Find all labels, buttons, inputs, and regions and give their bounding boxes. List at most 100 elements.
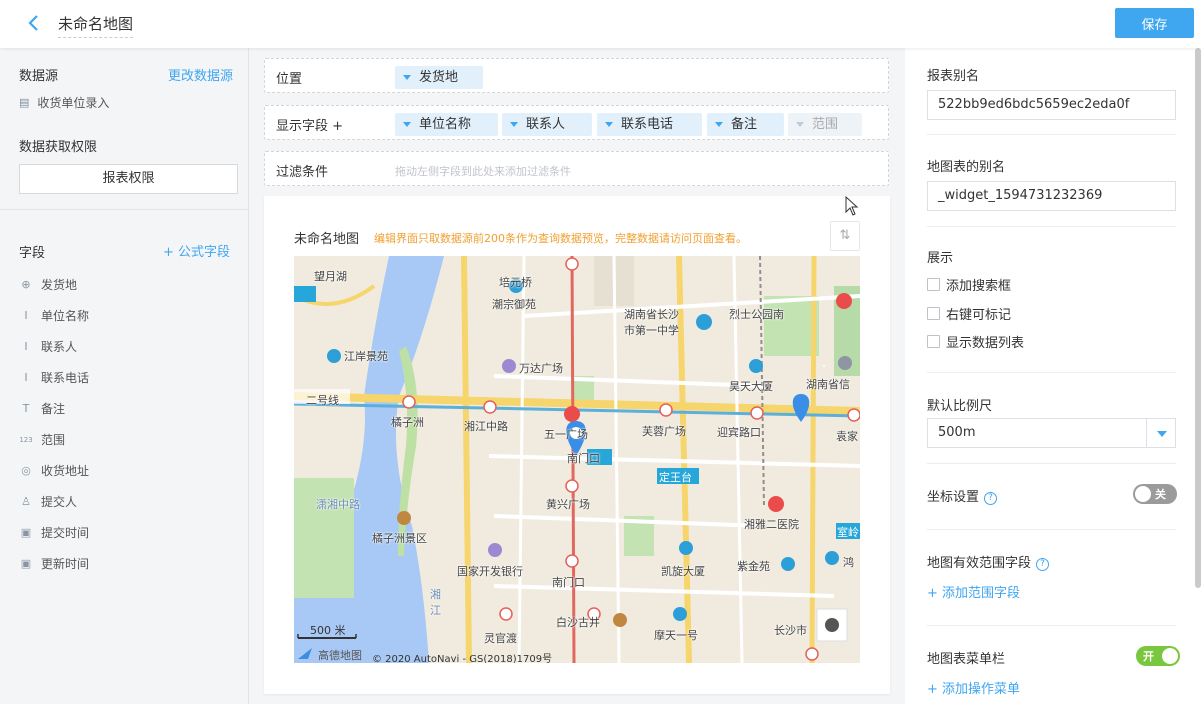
display-chip-5[interactable]: 范围 <box>788 113 862 136</box>
field-list: ⊕ 发货地 I 单位名称 I 联系人 I 联系电话 T 备注 123 范围 ◎ 收货地址 ♙ 提交人 ▣ 提交时间… <box>19 269 239 579</box>
datasource-item[interactable]: ▤ 收货单位录入 <box>19 94 109 111</box>
back-arrow-icon[interactable] <box>24 13 44 33</box>
map-canvas[interactable]: 望月湖 培元桥 潮宗御苑 湖南省长沙 市第一中学 烈士公园南 江岸景苑 万达广场 昊天大厦 湖南省… <box>294 256 860 663</box>
map-label: 紫金苑 <box>737 560 770 573</box>
map-label: 凯旋大厦 <box>661 565 705 578</box>
display-chip-3[interactable]: 联系电话 <box>597 113 702 136</box>
report-permission-button[interactable]: 报表权限 <box>19 164 238 194</box>
map-label: 烈士公园南 <box>729 308 784 321</box>
help-icon[interactable]: ? <box>1036 558 1050 571</box>
map-label: 南门口 <box>552 576 585 589</box>
field-item[interactable]: 123 范围 <box>19 424 239 455</box>
right-panel: 报表别名 522bb9ed6bdc5659ec2eda0f 地图表的别名 _wi… <box>905 48 1201 704</box>
filter-label: 过滤条件 <box>276 165 329 180</box>
option-right-click-mark[interactable]: 右键可标记 <box>927 304 1011 323</box>
permission-title: 数据获取权限 <box>19 140 98 155</box>
field-label: 提交时间 <box>41 526 90 540</box>
checkbox[interactable] <box>927 307 940 320</box>
field-item[interactable]: I 联系人 <box>19 331 239 362</box>
map-label: 湖南省长沙 <box>624 308 679 321</box>
menu-bar-toggle[interactable]: 开 <box>1136 646 1180 666</box>
map-label: 望月湖 <box>314 270 347 283</box>
map-title: 未命名地图 <box>294 232 360 247</box>
checkbox[interactable] <box>927 278 940 291</box>
map-label: 湘 <box>430 588 441 601</box>
add-formula-field-link[interactable]: + 公式字段 <box>163 241 230 260</box>
option-search-box[interactable]: 添加搜索框 <box>927 275 1011 294</box>
field-label: 备注 <box>41 402 66 416</box>
option-label: 添加搜索框 <box>946 279 1012 294</box>
report-alias-input[interactable]: 522bb9ed6bdc5659ec2eda0f <box>927 90 1176 120</box>
field-item[interactable]: T 备注 <box>19 393 239 424</box>
divider <box>927 372 1176 373</box>
filter-slot[interactable]: 过滤条件 拖动左侧字段到此处来添加过滤条件 <box>264 151 889 186</box>
coord-settings-toggle[interactable]: 关 <box>1133 484 1177 504</box>
map-label: 湘江中路 <box>464 420 508 433</box>
field-label: 更新时间 <box>41 557 90 571</box>
position-chip[interactable]: 发货地 <box>395 66 483 89</box>
sort-icon[interactable]: ⇅ <box>830 221 860 251</box>
display-chip-1[interactable]: 单位名称 <box>395 113 498 136</box>
field-item[interactable]: I 联系电话 <box>19 362 239 393</box>
divider <box>927 625 1176 626</box>
map-label: 迎宾路口 <box>717 426 761 439</box>
toggle-knob <box>1135 486 1151 502</box>
map-label: 湖南省信 <box>806 378 850 391</box>
chevron-down-icon[interactable] <box>1146 419 1175 447</box>
option-label: 右键可标记 <box>946 308 1012 323</box>
add-operation-menu-link[interactable]: + 添加操作菜单 <box>927 678 1020 697</box>
option-data-list[interactable]: 显示数据列表 <box>927 332 1024 351</box>
number-icon: 123 <box>19 435 33 444</box>
add-range-field-link[interactable]: + 添加范围字段 <box>927 582 1020 601</box>
map-label: 室岭 <box>837 526 859 539</box>
map-label: 橘子洲 <box>391 416 424 429</box>
save-button[interactable]: 保存 <box>1115 8 1194 38</box>
map-label: 五一广场 <box>544 428 588 441</box>
map-label: 南门口 <box>567 452 600 465</box>
display-fields-label: 显示字段 + <box>276 119 344 134</box>
field-item[interactable]: I 单位名称 <box>19 300 239 331</box>
field-item[interactable]: ⊕ 发货地 <box>19 269 239 300</box>
field-label: 发货地 <box>41 278 78 292</box>
help-icon[interactable]: ? <box>984 492 998 505</box>
field-label: 收货地址 <box>41 464 90 478</box>
position-label: 位置 <box>276 72 303 87</box>
page-title[interactable]: 未命名地图 <box>58 13 134 38</box>
widget-alias-input[interactable]: _widget_1594731232369 <box>927 181 1176 211</box>
field-label: 范围 <box>41 433 66 447</box>
display-fields-slot[interactable]: 显示字段 + 单位名称 联系人 联系电话 备注 范围 <box>264 105 889 140</box>
divider <box>927 529 1176 530</box>
field-item[interactable]: ♙ 提交人 <box>19 486 239 517</box>
field-item[interactable]: ▣ 提交时间 <box>19 517 239 548</box>
map-label: 二号线 <box>306 394 339 407</box>
filter-hint: 拖动左侧字段到此处来添加过滤条件 <box>395 165 571 178</box>
scrollbar[interactable] <box>1195 48 1201 588</box>
field-label: 提交人 <box>41 495 78 509</box>
map-label: 灵官渡 <box>484 632 517 645</box>
display-section-label: 展示 <box>927 251 954 266</box>
map-label: 长沙市 <box>774 624 807 637</box>
toggle-knob <box>1162 648 1178 664</box>
top-bar: 未命名地图 保存 <box>0 0 1201 48</box>
calendar-icon: ▣ <box>20 557 32 570</box>
checkbox[interactable] <box>927 335 940 348</box>
display-chip-2[interactable]: 联系人 <box>502 113 592 136</box>
field-label: 联系电话 <box>41 371 90 385</box>
toggle-label: 关 <box>1155 488 1166 501</box>
field-item[interactable]: ◎ 收货地址 <box>19 455 239 486</box>
calendar-icon: ▣ <box>20 526 32 539</box>
map-scale-label: 500 米 <box>310 624 346 637</box>
default-scale-label: 默认比例尺 <box>927 399 993 414</box>
change-datasource-link[interactable]: 更改数据源 <box>168 65 233 84</box>
field-label: 联系人 <box>41 340 78 354</box>
default-scale-select[interactable]: 500m <box>927 418 1176 448</box>
display-chip-4[interactable]: 备注 <box>707 113 784 136</box>
option-label: 显示数据列表 <box>946 336 1025 351</box>
map-label: 国家开发银行 <box>457 565 523 578</box>
position-slot[interactable]: 位置 发货地 <box>264 58 889 93</box>
field-item[interactable]: ▣ 更新时间 <box>19 548 239 579</box>
map-label: 白沙古井 <box>556 616 600 629</box>
divider <box>927 226 1176 227</box>
field-label: 单位名称 <box>41 309 90 323</box>
map-label: 潮宗御苑 <box>492 298 536 311</box>
